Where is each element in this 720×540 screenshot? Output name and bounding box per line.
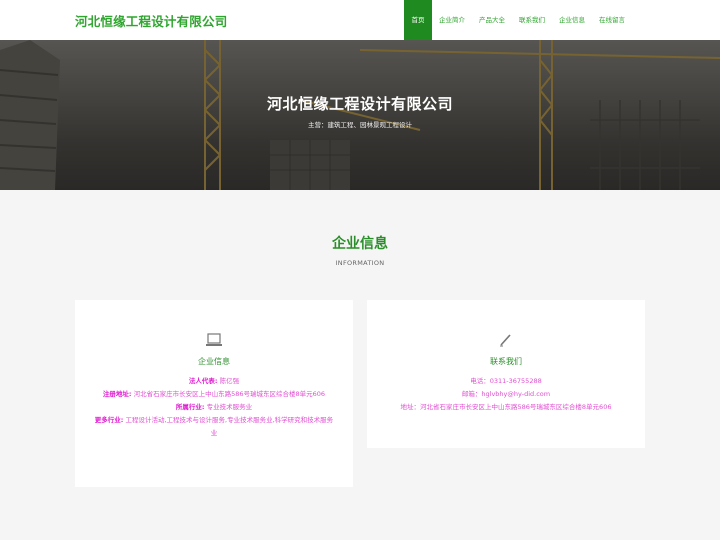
legal-rep-label: 法人代表: — [188, 377, 218, 385]
nav-contact[interactable]: 联系我们 — [512, 0, 552, 40]
reg-address-value: 河北省石家庄市长安区上中山东路586号瑞城东区综合楼8单元606 — [133, 390, 326, 398]
more-industry-value: 工程设计活动,工程技术与设计服务,专业技术服务业,科学研究和技术服务业 — [125, 416, 334, 437]
contact-email[interactable]: 邮箱：hglvbhy@hy-did.com — [385, 388, 627, 401]
nav-about[interactable]: 企业简介 — [432, 0, 472, 40]
contact-card: 联系我们 电话：0311-36755288 邮箱：hglvbhy@hy-did.… — [367, 300, 645, 448]
company-info-section: 企业信息 INFORMATION 企业信息 法人代表: 陈亿强 注册地址: 河北… — [0, 190, 720, 540]
site-logo[interactable]: 河北恒缘工程设计有限公司 — [75, 11, 227, 30]
laptop-icon — [75, 333, 353, 347]
card-title-contact: 联系我们 — [490, 357, 522, 366]
contact-phone[interactable]: 电话：0311-36755288 — [385, 375, 627, 388]
contact-address: 地址：河北省石家庄市长安区上中山东路586号瑞城东区综合楼8单元606 — [400, 403, 612, 411]
main-nav: 首页 企业简介 产品大全 联系我们 企业信息 在线留言 — [404, 0, 632, 40]
site-header: 河北恒缘工程设计有限公司 首页 企业简介 产品大全 联系我们 企业信息 在线留言 — [0, 0, 720, 40]
section-subtitle: INFORMATION — [335, 259, 385, 267]
company-details: 法人代表: 陈亿强 注册地址: 河北省石家庄市长安区上中山东路586号瑞城东区综… — [93, 375, 335, 440]
banner-subtitle: 主营：建筑工程、园林景观工程设计 — [308, 121, 412, 129]
hero-banner: 河北恒缘工程设计有限公司 主营：建筑工程、园林景观工程设计 — [0, 40, 720, 190]
section-title: 企业信息 — [332, 236, 388, 252]
industry-label: 所属行业: — [175, 403, 205, 411]
nav-products[interactable]: 产品大全 — [472, 0, 512, 40]
contact-details: 电话：0311-36755288 邮箱：hglvbhy@hy-did.com 地… — [385, 375, 627, 414]
pencil-icon — [367, 333, 645, 347]
company-info-card: 企业信息 法人代表: 陈亿强 注册地址: 河北省石家庄市长安区上中山东路586号… — [75, 300, 353, 487]
reg-address-label: 注册地址: — [102, 390, 132, 398]
nav-message[interactable]: 在线留言 — [592, 0, 632, 40]
nav-home[interactable]: 首页 — [404, 0, 432, 40]
legal-rep-value: 陈亿强 — [219, 377, 240, 385]
more-industry-label: 更多行业: — [94, 416, 124, 424]
card-title-info: 企业信息 — [198, 357, 230, 366]
banner-title: 河北恒缘工程设计有限公司 — [266, 95, 453, 113]
industry-value: 专业技术服务业 — [206, 403, 253, 411]
nav-company-info[interactable]: 企业信息 — [552, 0, 592, 40]
